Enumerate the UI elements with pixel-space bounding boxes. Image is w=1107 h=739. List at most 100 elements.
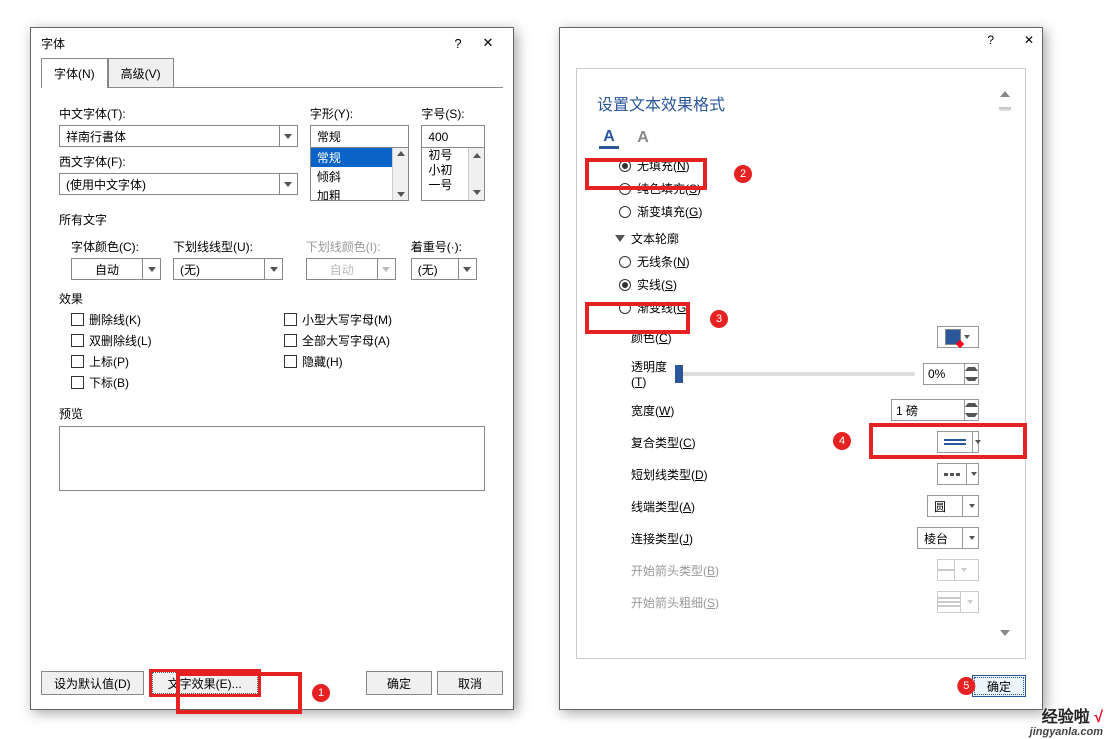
- scroll-down-icon[interactable]: [397, 192, 405, 197]
- set-default-button[interactable]: 设为默认值(D): [41, 671, 144, 695]
- label-chinese-font: 中文字体(T):: [59, 105, 298, 122]
- ok-button[interactable]: 确定: [972, 675, 1026, 697]
- scroll-up-icon[interactable]: [1000, 91, 1010, 97]
- label-font-style: 字形(Y):: [310, 105, 410, 122]
- close-icon[interactable]: ✕: [1024, 33, 1034, 47]
- label-compound-type: 复合类型(C): [631, 434, 937, 451]
- font-style-listbox[interactable]: 常规 常规 倾斜 加粗: [310, 125, 410, 201]
- text-effects-button[interactable]: 文字效果(E)...: [149, 669, 261, 697]
- tab-font[interactable]: 字体(N): [41, 58, 108, 88]
- spin-up-icon[interactable]: [965, 364, 978, 374]
- checkbox-all-caps[interactable]: 全部大写字母(A): [284, 332, 485, 349]
- chevron-down-icon[interactable]: [264, 259, 282, 279]
- scroll-down-icon[interactable]: [1000, 630, 1010, 636]
- transparency-spinner[interactable]: 0%: [923, 363, 979, 385]
- chevron-down-icon[interactable]: [972, 432, 981, 452]
- chevron-down-icon[interactable]: [279, 174, 297, 194]
- scroll-thumb[interactable]: [999, 107, 1011, 109]
- watermark-text: 经验啦: [1042, 709, 1090, 726]
- checkbox-label: 删除线(K): [89, 311, 141, 328]
- label-underline-color: 下划线颜色(I):: [306, 238, 399, 255]
- caret-down-icon: [615, 235, 625, 242]
- radio-solid-fill[interactable]: 纯色填充(S): [619, 180, 1005, 197]
- group-text-outline[interactable]: 文本轮廓: [615, 230, 1005, 247]
- checkbox-label: 小型大写字母(M): [302, 311, 392, 328]
- font-size-listbox[interactable]: 400 初号 小初 一号: [421, 125, 485, 201]
- width-spinner[interactable]: 1 磅: [891, 399, 979, 421]
- dialog-title: 字体: [41, 35, 443, 52]
- transparency-slider[interactable]: [675, 363, 915, 385]
- label-begin-arrow-type: 开始箭头类型(B): [631, 562, 937, 579]
- spin-down-icon[interactable]: [965, 410, 978, 420]
- radio-solid-line[interactable]: 实线(S): [619, 276, 1005, 293]
- watermark: 经验啦 √ jingyanla.com: [1030, 711, 1103, 739]
- outline-color-picker[interactable]: [937, 326, 979, 348]
- tab-text-effects[interactable]: A: [633, 127, 653, 149]
- checkbox-strikethrough[interactable]: 删除线(K): [71, 311, 272, 328]
- dots-icon: [944, 473, 960, 476]
- chevron-down-icon[interactable]: [142, 259, 160, 279]
- chevron-down-icon[interactable]: [279, 126, 297, 146]
- latin-font-select[interactable]: (使用中文字体): [59, 173, 298, 195]
- label-dash-type: 短划线类型(D): [631, 466, 937, 483]
- preview-box: [59, 426, 485, 491]
- cap-type-select[interactable]: 圆: [927, 495, 979, 517]
- badge-2: 2: [734, 165, 752, 183]
- cancel-button[interactable]: 取消: [437, 671, 503, 695]
- scrollbar[interactable]: [468, 148, 484, 200]
- radio-no-fill[interactable]: 无填充(N): [619, 157, 1005, 174]
- checkbox-label: 双删除线(L): [89, 332, 152, 349]
- scroll-down-icon[interactable]: [473, 190, 481, 195]
- underline-color-value: 自动: [307, 261, 377, 278]
- radio-label: 实线(S): [637, 276, 677, 293]
- dash-type-select[interactable]: [937, 463, 979, 485]
- chinese-font-select[interactable]: 祥南行書体: [59, 125, 298, 147]
- emphasis-value: (无): [412, 261, 458, 278]
- font-color-value: 自动: [72, 261, 142, 278]
- radio-gradient-line[interactable]: 渐变线(G): [619, 299, 1005, 316]
- emphasis-select[interactable]: (无): [411, 258, 477, 280]
- chevron-down-icon[interactable]: [966, 464, 978, 484]
- font-size-value[interactable]: 400: [422, 126, 484, 148]
- join-type-select[interactable]: 棱台: [917, 527, 979, 549]
- transparency-value: 0%: [924, 367, 964, 381]
- help-icon[interactable]: ?: [987, 33, 994, 47]
- checkbox-double-strike[interactable]: 双删除线(L): [71, 332, 272, 349]
- latin-font-value: (使用中文字体): [60, 176, 279, 193]
- underline-style-select[interactable]: (无): [173, 258, 283, 280]
- badge-3: 3: [710, 310, 728, 328]
- radio-label: 无线条(N): [637, 253, 690, 270]
- spin-down-icon[interactable]: [965, 374, 978, 384]
- font-style-value[interactable]: 常规: [311, 126, 409, 148]
- checkbox-hidden[interactable]: 隐藏(H): [284, 353, 485, 370]
- radio-label: 渐变线(G): [637, 299, 690, 316]
- tab-advanced[interactable]: 高级(V): [108, 58, 174, 88]
- font-dialog: 字体 ? ✕ 字体(N) 高级(V) 中文字体(T): 祥南行書体 西文字体(F…: [30, 27, 514, 710]
- checkbox-small-caps[interactable]: 小型大写字母(M): [284, 311, 485, 328]
- radio-no-line[interactable]: 无线条(N): [619, 253, 1005, 270]
- chevron-down-icon: [964, 335, 970, 339]
- close-icon[interactable]: ✕: [473, 35, 503, 51]
- begin-arrow-type-select: [937, 559, 979, 581]
- help-icon[interactable]: ?: [443, 36, 473, 51]
- chevron-down-icon[interactable]: [458, 259, 476, 279]
- tab-text-fill-outline[interactable]: A: [599, 127, 619, 149]
- ok-button[interactable]: 确定: [366, 671, 432, 695]
- badge-1: 1: [312, 684, 330, 702]
- chevron-down-icon[interactable]: [962, 528, 978, 548]
- spin-up-icon[interactable]: [965, 400, 978, 410]
- chevron-down-icon[interactable]: [962, 496, 978, 516]
- scrollbar[interactable]: [392, 148, 408, 200]
- badge-4: 4: [833, 432, 851, 450]
- checkbox-label: 全部大写字母(A): [302, 332, 390, 349]
- compound-type-select[interactable]: [937, 431, 979, 453]
- checkbox-subscript[interactable]: 下标(B): [71, 374, 272, 391]
- font-color-select[interactable]: 自动: [71, 258, 161, 280]
- scroll-up-icon[interactable]: [473, 153, 481, 158]
- label-font-size: 字号(S):: [421, 105, 485, 122]
- checkbox-superscript[interactable]: 上标(P): [71, 353, 272, 370]
- titlebar: 字体 ? ✕: [31, 28, 513, 58]
- scroll-up-icon[interactable]: [397, 151, 405, 156]
- radio-gradient-fill[interactable]: 渐变填充(G): [619, 203, 1005, 220]
- scrollbar[interactable]: [997, 89, 1013, 638]
